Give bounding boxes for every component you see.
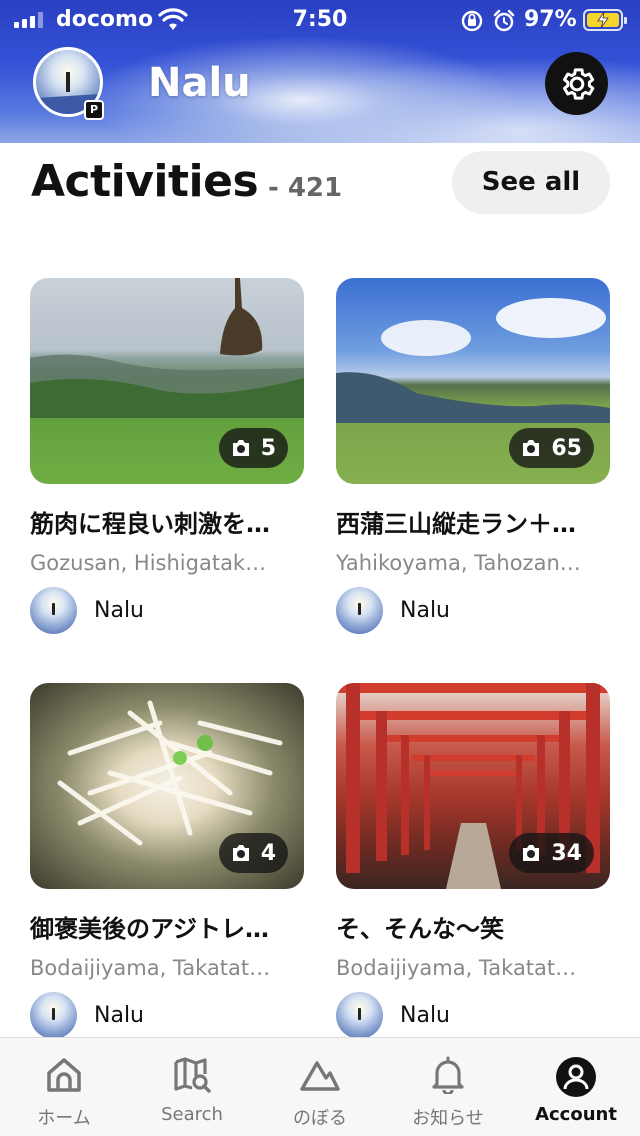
activity-title: そ、そんな〜笑 [336, 915, 504, 943]
map-search-icon [174, 1057, 211, 1093]
tab-label: Search [161, 1104, 223, 1125]
activity-mountains: Bodaijiyama, Takatat… [30, 956, 271, 980]
activity-photo: 4 [30, 683, 304, 889]
mountain-icon [300, 1061, 340, 1091]
tab-climb[interactable]: のぼる [256, 1038, 384, 1136]
photo-count-badge: 4 [218, 833, 288, 873]
premium-badge: P [84, 100, 104, 120]
tab-account[interactable]: Account [512, 1038, 640, 1136]
activity-author[interactable]: Nalu [30, 587, 304, 634]
tab-label: お知らせ [412, 1108, 484, 1129]
settings-button[interactable] [545, 52, 608, 115]
activity-mountains: Yahikoyama, Tahozan… [336, 551, 581, 575]
bell-icon [432, 1056, 464, 1094]
account-icon [556, 1057, 596, 1097]
profile-name: Nalu [148, 60, 251, 106]
photo-count: 5 [260, 435, 276, 461]
activity-title: 御褒美後のアジトレ… [30, 915, 270, 943]
tab-label: のぼる [293, 1108, 347, 1129]
tab-home[interactable]: ホーム [0, 1038, 128, 1136]
home-icon [47, 1058, 81, 1092]
activity-card[interactable]: 4 御褒美後のアジトレ… Bodaijiyama, Takatat… Nalu [30, 683, 304, 1039]
photo-count-badge: 34 [509, 833, 594, 873]
camera-icon [232, 845, 249, 861]
avatar [30, 587, 77, 634]
activity-mountains: Gozusan, Hishigatak… [30, 551, 267, 575]
section-title: Activities [31, 156, 259, 207]
avatar [30, 992, 77, 1039]
activity-photo: 5 [30, 278, 304, 484]
author-name: Nalu [94, 1003, 144, 1028]
camera-icon [523, 845, 540, 861]
tab-label: Account [535, 1104, 617, 1125]
battery-percent: 97% [524, 7, 577, 32]
activity-title: 西蒲三山縦走ラン＋… [336, 510, 576, 538]
photo-count: 34 [551, 840, 582, 866]
avatar [336, 587, 383, 634]
photo-count-badge: 5 [218, 428, 288, 468]
activity-card[interactable]: 5 筋肉に程良い刺激を… Gozusan, Hishigatak… Nalu [30, 278, 304, 634]
orientation-lock-icon [461, 10, 483, 32]
activity-card[interactable]: 34 そ、そんな〜笑 Bodaijiyama, Takatat… Nalu [336, 683, 610, 1039]
tab-bar: ホーム Search のぼる お知らせ Account [0, 1037, 640, 1136]
activity-mountains: Bodaijiyama, Takatat… [336, 956, 577, 980]
photo-count: 4 [260, 840, 276, 866]
tab-search[interactable]: Search [128, 1038, 256, 1136]
activity-count: - 421 [268, 173, 343, 203]
activity-photo: 34 [336, 683, 610, 889]
camera-icon [232, 440, 249, 456]
status-bar: docomo 7:50 97% [0, 0, 640, 40]
battery-charging-icon [583, 9, 627, 31]
tab-notifications[interactable]: お知らせ [384, 1038, 512, 1136]
activity-author[interactable]: Nalu [30, 992, 304, 1039]
author-name: Nalu [400, 1003, 450, 1028]
activity-photo: 65 [336, 278, 610, 484]
camera-icon [523, 440, 540, 456]
activity-title: 筋肉に程良い刺激を… [30, 510, 270, 538]
gear-icon [562, 67, 594, 100]
profile-header: docomo 7:50 97% P Nalu [0, 0, 640, 143]
photo-count-badge: 65 [509, 428, 594, 468]
activity-author[interactable]: Nalu [336, 587, 610, 634]
author-name: Nalu [94, 598, 144, 623]
tab-label: ホーム [37, 1108, 91, 1129]
see-all-button[interactable]: See all [452, 151, 610, 214]
avatar [336, 992, 383, 1039]
author-name: Nalu [400, 598, 450, 623]
photo-count: 65 [551, 435, 582, 461]
activity-author[interactable]: Nalu [336, 992, 610, 1039]
alarm-icon [493, 9, 515, 32]
activity-card[interactable]: 65 西蒲三山縦走ラン＋… Yahikoyama, Tahozan… Nalu [336, 278, 610, 634]
